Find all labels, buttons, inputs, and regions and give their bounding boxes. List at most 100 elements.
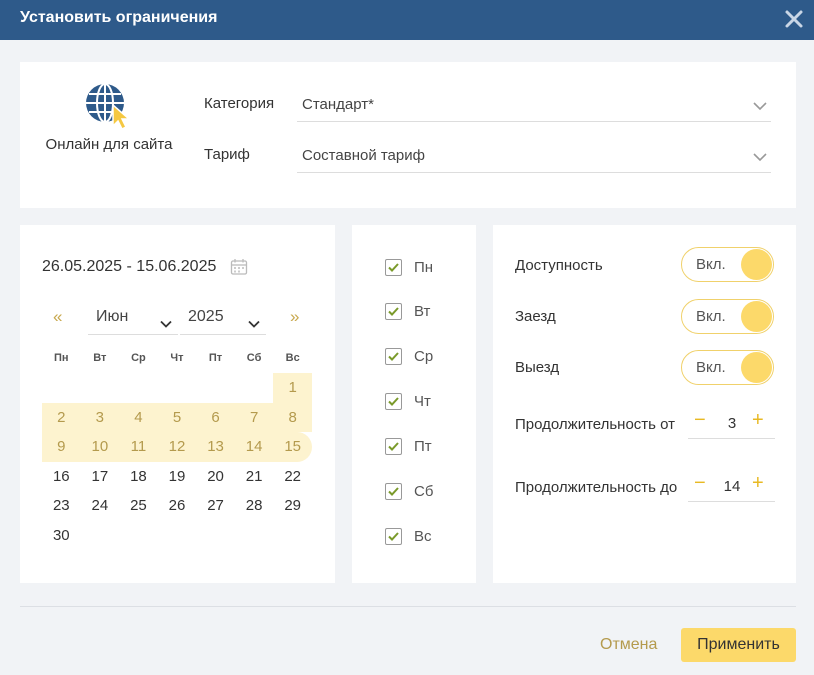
calendar-day[interactable]: 24 (81, 491, 120, 521)
day-row-sat: Сб (385, 482, 433, 500)
calendar-panel: 26.05.2025 - 15.06.2025 « Июн 2025 » Пн … (20, 225, 335, 583)
day-checkbox[interactable] (385, 392, 402, 410)
max-stay-value[interactable]: 14 (716, 478, 748, 495)
calendar-day[interactable]: 23 (42, 491, 81, 521)
date-range: 26.05.2025 - 15.06.2025 (42, 258, 217, 275)
calendar-day[interactable]: 15 (273, 432, 312, 462)
calendar-day[interactable]: 9 (42, 432, 81, 462)
calendar-day[interactable]: 18 (119, 462, 158, 492)
day-row-wed: Ср (385, 347, 433, 365)
day-label: Сб (414, 482, 434, 500)
day-label: Вс (414, 527, 432, 545)
calendar-day[interactable]: 14 (234, 432, 274, 462)
calendar-day[interactable]: 29 (273, 491, 312, 521)
calendar-day[interactable]: 13 (196, 432, 235, 462)
toggle-state: Вкл. (696, 308, 726, 325)
calendar-day[interactable]: 8 (273, 402, 312, 432)
chevron-down-icon (248, 315, 260, 328)
departure-label: Выезд (515, 359, 560, 376)
calendar-day[interactable]: 22 (273, 462, 312, 492)
chevron-down-icon (160, 315, 172, 328)
day-row-sun: Вс (385, 527, 432, 545)
increment-button[interactable]: + (752, 409, 764, 432)
toggle-knob (741, 352, 772, 383)
tariff-select[interactable]: Составной тариф (297, 137, 771, 173)
weekday-label: Пт (208, 352, 223, 364)
calendar-day[interactable]: 20 (196, 462, 235, 492)
day-checkbox[interactable] (385, 527, 402, 545)
arrival-toggle[interactable]: Вкл. (681, 299, 774, 334)
category-value: Стандарт* (302, 96, 374, 113)
calendar-day[interactable]: 1 (273, 373, 312, 403)
day-row-mon: Пн (385, 258, 433, 276)
toggle-knob (741, 301, 772, 332)
calendar-day[interactable]: 3 (80, 402, 120, 432)
calendar-day[interactable]: 7 (234, 402, 274, 432)
day-checkbox[interactable] (385, 302, 402, 320)
calendar-day[interactable]: 10 (80, 432, 120, 462)
toggle-knob (741, 249, 772, 280)
availability-toggle[interactable]: Вкл. (681, 247, 774, 282)
category-select[interactable]: Стандарт* (297, 86, 771, 122)
weekday-label: Ср (131, 352, 146, 364)
increment-button[interactable]: + (752, 472, 764, 495)
availability-label: Доступность (515, 257, 603, 274)
year-select[interactable]: 2025 (180, 305, 266, 335)
day-row-tue: Вт (385, 302, 430, 320)
departure-toggle[interactable]: Вкл. (681, 350, 774, 385)
day-label: Ср (414, 347, 434, 365)
calendar-day[interactable]: 4 (119, 402, 158, 432)
next-month-button[interactable]: » (290, 307, 299, 327)
weekday-label: Вс (285, 352, 300, 364)
weekday-label: Пн (54, 352, 69, 364)
month-value: Июн (96, 308, 129, 325)
day-checkbox[interactable] (385, 258, 402, 276)
day-checkbox[interactable] (385, 437, 402, 455)
options-panel: Доступность Вкл. Заезд Вкл. Выезд Вкл. П… (493, 225, 796, 583)
calendar-day[interactable]: 16 (42, 462, 81, 492)
calendar-day[interactable]: 25 (119, 491, 158, 521)
dialog-title: Установить ограничения (20, 9, 218, 26)
calendar-day[interactable]: 5 (157, 402, 197, 432)
apply-button[interactable]: Применить (681, 628, 796, 662)
max-stay-label: Продолжительность до (515, 479, 678, 496)
calendar-day[interactable]: 19 (158, 462, 197, 492)
calendar-day[interactable]: 17 (81, 462, 120, 492)
weekday-label: Чт (170, 352, 184, 364)
calendar-day[interactable]: 6 (196, 402, 235, 432)
min-stay-value[interactable]: 3 (716, 415, 748, 432)
day-checkbox[interactable] (385, 347, 402, 365)
channel-label: Онлайн для сайта (45, 136, 173, 153)
year-value: 2025 (188, 308, 224, 325)
calendar-icon[interactable] (230, 258, 248, 276)
toggle-state: Вкл. (696, 256, 726, 273)
chevron-down-icon (753, 98, 767, 111)
prev-month-button[interactable]: « (53, 307, 62, 327)
decrement-button[interactable]: − (694, 472, 706, 495)
day-label: Чт (414, 392, 431, 410)
day-checkbox[interactable] (385, 482, 402, 500)
calendar-day[interactable]: 12 (157, 432, 197, 462)
decrement-button[interactable]: − (694, 409, 706, 432)
cancel-button[interactable]: Отмена (600, 636, 657, 654)
dialog-header: Установить ограничения (0, 0, 814, 40)
calendar-day[interactable]: 26 (158, 491, 197, 521)
calendar-day[interactable]: 2 (42, 402, 81, 432)
weekday-label: Сб (246, 352, 262, 364)
day-row-thu: Чт (385, 392, 431, 410)
close-icon[interactable] (780, 5, 808, 33)
weekday-header: Пн Вт Ср Чт Пт Сб Вс (42, 352, 312, 366)
day-label: Вт (414, 302, 431, 320)
footer-divider (20, 606, 796, 607)
category-label: Категория (204, 95, 275, 112)
calendar-day[interactable]: 28 (235, 491, 274, 521)
chevron-down-icon (753, 149, 767, 162)
month-select[interactable]: Июн (88, 305, 178, 335)
calendar-day[interactable]: 21 (235, 462, 274, 492)
max-stay-stepper: − 14 + (688, 472, 775, 502)
calendar-day[interactable]: 30 (42, 521, 81, 551)
calendar-day[interactable]: 27 (196, 491, 235, 521)
calendar-day[interactable]: 11 (119, 432, 158, 462)
tariff-label: Тариф (204, 146, 250, 163)
min-stay-label: Продолжительность от (515, 416, 676, 433)
